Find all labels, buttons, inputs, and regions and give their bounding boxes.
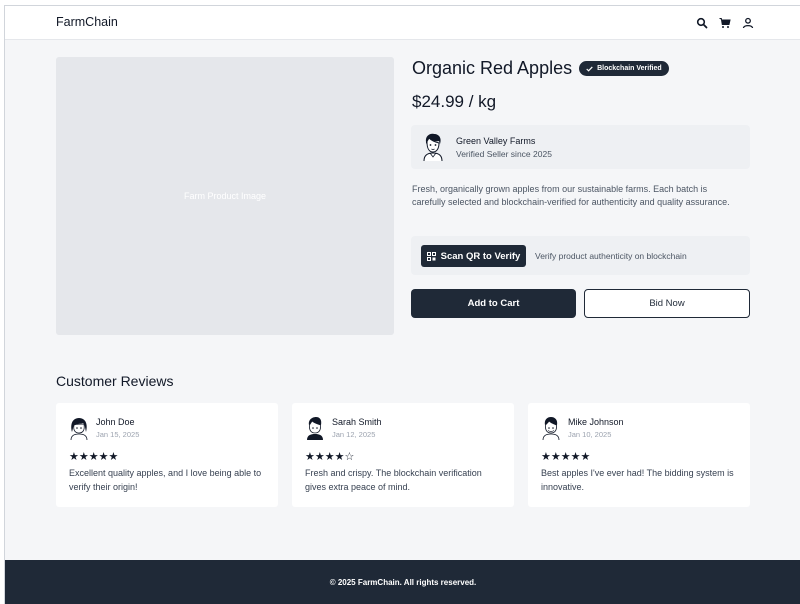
- qr-icon: [426, 251, 436, 261]
- seller-since: Verified Seller since 2025: [456, 149, 552, 159]
- product-title: Organic Red Apples: [412, 58, 573, 78]
- copyright-text: © 2025 FarmChain. All rights reserved.: [329, 578, 477, 587]
- cart-icon[interactable]: [719, 16, 731, 28]
- badge-label: Blockchain Verified: [597, 65, 662, 72]
- reviews-heading: Customer Reviews: [56, 373, 174, 389]
- qr-verify-panel: Scan QR to Verify Verify product authent…: [411, 236, 750, 275]
- review-card: Mike Johnson Jan 10, 2025 ★★★★★ Best app…: [528, 403, 750, 507]
- reviewer-avatar: [70, 418, 88, 440]
- product-description: Fresh, organically grown apples from our…: [412, 184, 730, 207]
- reviewer-name: Mike Johnson: [568, 417, 624, 427]
- review-text: Excellent quality apples, and I love bei…: [69, 468, 262, 492]
- review-date: Jan 15, 2025: [96, 430, 140, 439]
- user-icon[interactable]: [742, 16, 754, 29]
- seller-avatar: [423, 133, 443, 161]
- review-date: Jan 10, 2025: [568, 430, 612, 439]
- reviewer-avatar: [307, 417, 323, 440]
- review-date: Jan 12, 2025: [332, 430, 376, 439]
- seller-card[interactable]: Green Valley Farms Verified Seller since…: [411, 125, 750, 169]
- product-image-label: Farm Product Image: [183, 191, 267, 201]
- product-image: Farm Product Image: [56, 57, 394, 335]
- footer: © 2025 FarmChain. All rights reserved.: [5, 560, 800, 604]
- scan-qr-button[interactable]: Scan QR to Verify: [421, 245, 526, 267]
- review-card: Sarah Smith Jan 12, 2025 ★★★★☆ Fresh and…: [292, 403, 514, 507]
- page: FarmChain Farm Product Image Organic Red…: [4, 5, 800, 604]
- review-text: Best apples I've ever had! The bidding s…: [541, 468, 734, 492]
- bid-now-button[interactable]: Bid Now: [584, 289, 750, 318]
- product-price: $24.99 / kg: [412, 92, 497, 111]
- review-text: Fresh and crispy. The blockchain verific…: [305, 468, 482, 492]
- star-rating: ★★★★☆: [305, 451, 355, 463]
- top-navbar: FarmChain: [5, 6, 800, 40]
- scan-qr-label: Scan QR to Verify: [440, 250, 521, 262]
- blockchain-verified-badge: Blockchain Verified: [579, 61, 669, 76]
- reviewer-name: John Doe: [96, 417, 135, 427]
- star-rating: ★★★★★: [541, 451, 591, 463]
- add-to-cart-button[interactable]: Add to Cart: [411, 289, 576, 318]
- nav-icons: [696, 16, 754, 29]
- brand-logo[interactable]: FarmChain: [56, 15, 118, 29]
- reviewer-name: Sarah Smith: [332, 417, 382, 427]
- reviewer-avatar: [542, 417, 560, 440]
- check-icon: [586, 65, 593, 72]
- product-title-row: Organic Red Apples Blockchain Verified: [412, 58, 669, 79]
- search-icon[interactable]: [696, 16, 708, 29]
- seller-name[interactable]: Green Valley Farms: [456, 136, 535, 146]
- qr-hint-text: Verify product authenticity on blockchai…: [535, 251, 687, 261]
- star-rating: ★★★★★: [69, 451, 119, 463]
- review-card: John Doe Jan 15, 2025 ★★★★★ Excellent qu…: [56, 403, 278, 507]
